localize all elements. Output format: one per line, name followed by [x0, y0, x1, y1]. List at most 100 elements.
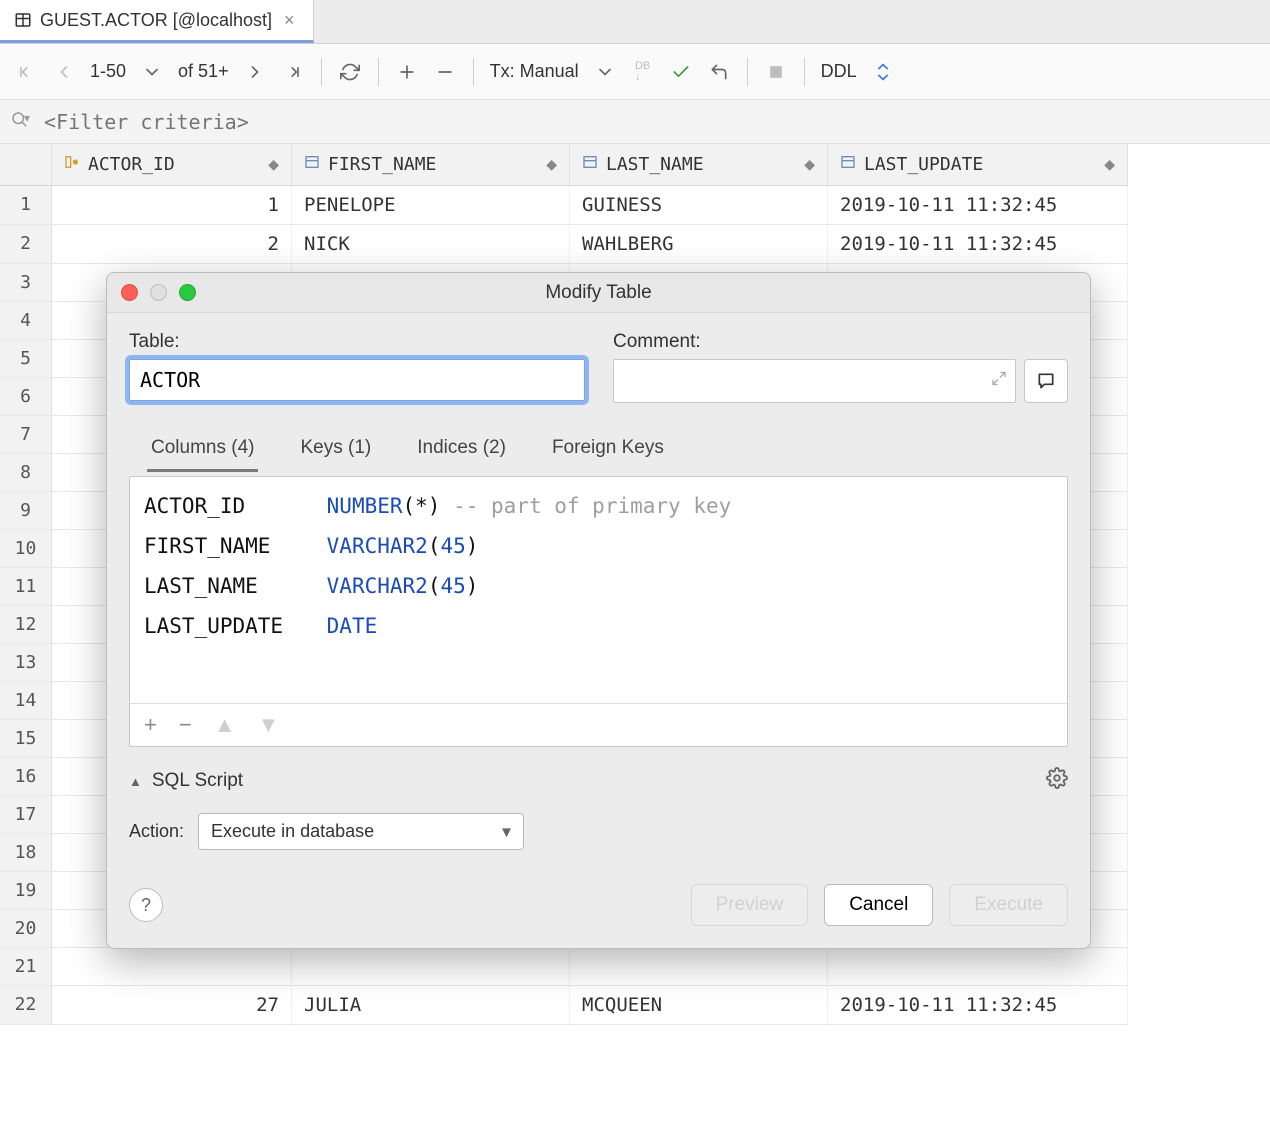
cell-actor-id[interactable]: 1 [52, 186, 292, 225]
cell-last-name[interactable]: WAHLBERG [570, 225, 828, 264]
close-window-button[interactable] [121, 284, 138, 301]
cell-last-update[interactable]: 2019-10-11 11:32:45 [828, 225, 1128, 264]
row-number[interactable]: 4 [0, 302, 52, 340]
cell-actor-id[interactable]: 27 [52, 986, 292, 1025]
add-row-button[interactable] [391, 56, 423, 88]
search-icon[interactable]: ▾ [10, 110, 34, 133]
column-list[interactable]: ACTOR_ID NUMBER(*) -- part of primary ke… [130, 477, 1067, 703]
tx-mode[interactable]: Tx: Manual [486, 61, 583, 82]
page-range[interactable]: 1-50 [86, 61, 130, 82]
cell-first-name[interactable]: PENELOPE [292, 186, 570, 225]
commit-button[interactable] [665, 56, 697, 88]
cell-actor-id[interactable]: 2 [52, 225, 292, 264]
row-number[interactable]: 22 [0, 986, 52, 1025]
chevron-down-icon[interactable] [589, 56, 621, 88]
stop-button[interactable] [760, 56, 792, 88]
gear-icon[interactable] [1046, 767, 1068, 795]
column-header-first-name[interactable]: FIRST_NAME◆ [292, 144, 570, 186]
row-number[interactable]: 15 [0, 720, 52, 758]
tab-indices[interactable]: Indices (2) [413, 431, 510, 472]
column-definition[interactable]: LAST_NAME VARCHAR2(45) [144, 567, 1053, 607]
cell-first-name[interactable] [292, 948, 570, 986]
column-header-last-name[interactable]: LAST_NAME◆ [570, 144, 828, 186]
zoom-window-button[interactable] [179, 284, 196, 301]
refresh-button[interactable] [334, 56, 366, 88]
filter-input[interactable] [44, 110, 1260, 134]
cell-first-name[interactable]: JULIA [292, 986, 570, 1025]
move-up-button[interactable]: ▲ [214, 712, 236, 738]
row-number[interactable]: 21 [0, 948, 52, 986]
cell-last-update[interactable]: 2019-10-11 11:32:45 [828, 986, 1128, 1025]
minimize-window-button[interactable] [150, 284, 167, 301]
settings-icon[interactable] [867, 56, 899, 88]
row-number[interactable]: 5 [0, 340, 52, 378]
row-number[interactable]: 18 [0, 834, 52, 872]
row-number[interactable]: 19 [0, 872, 52, 910]
editor-tab[interactable]: GUEST.ACTOR [@localhost] × [0, 0, 314, 43]
action-select[interactable]: Execute in database [198, 813, 524, 850]
comment-input[interactable] [613, 359, 1016, 403]
row-number[interactable]: 6 [0, 378, 52, 416]
table-name-input[interactable] [129, 359, 585, 401]
first-page-button[interactable] [10, 56, 42, 88]
cell-last-name[interactable] [570, 948, 828, 986]
sql-script-label: SQL Script [152, 770, 243, 792]
row-number[interactable]: 8 [0, 454, 52, 492]
row-number[interactable]: 1 [0, 186, 52, 225]
column-list-toolbar: + − ▲ ▼ [130, 703, 1067, 746]
cell-last-update[interactable]: 2019-10-11 11:32:45 [828, 186, 1128, 225]
last-page-button[interactable] [277, 56, 309, 88]
column-definition[interactable]: ACTOR_ID NUMBER(*) -- part of primary ke… [144, 487, 1053, 527]
prev-page-button[interactable] [48, 56, 80, 88]
expand-icon[interactable] [991, 371, 1007, 392]
column-icon [582, 154, 598, 175]
cell-first-name[interactable]: NICK [292, 225, 570, 264]
add-column-button[interactable]: + [144, 712, 157, 738]
tab-keys[interactable]: Keys (1) [296, 431, 375, 472]
next-page-button[interactable] [239, 56, 271, 88]
comment-button[interactable] [1024, 359, 1068, 403]
column-definition[interactable]: LAST_UPDATE DATE [144, 607, 1053, 647]
dialog-titlebar[interactable]: Modify Table [107, 273, 1090, 313]
row-number[interactable]: 9 [0, 492, 52, 530]
cell-last-update[interactable] [828, 948, 1128, 986]
cancel-button[interactable]: Cancel [824, 884, 933, 926]
page-total: of 51+ [174, 61, 233, 82]
cell-last-name[interactable]: GUINESS [570, 186, 828, 225]
row-number[interactable]: 11 [0, 568, 52, 606]
row-number[interactable]: 7 [0, 416, 52, 454]
row-number[interactable]: 12 [0, 606, 52, 644]
row-number[interactable]: 10 [0, 530, 52, 568]
column-header-actor-id[interactable]: ACTOR_ID◆ [52, 144, 292, 186]
row-number[interactable]: 3 [0, 264, 52, 302]
chevron-down-icon[interactable] [136, 56, 168, 88]
row-number[interactable]: 17 [0, 796, 52, 834]
row-number[interactable]: 20 [0, 910, 52, 948]
action-label: Action: [129, 821, 184, 842]
collapse-icon[interactable]: ▲ [129, 774, 142, 789]
tab-columns[interactable]: Columns (4) [147, 431, 258, 472]
close-icon[interactable]: × [280, 10, 299, 31]
ddl-button[interactable]: DDL [817, 61, 861, 82]
column-header-last-update[interactable]: LAST_UPDATE◆ [828, 144, 1128, 186]
cell-actor-id[interactable] [52, 948, 292, 986]
cell-last-name[interactable]: MCQUEEN [570, 986, 828, 1025]
row-number[interactable]: 14 [0, 682, 52, 720]
row-number[interactable]: 2 [0, 225, 52, 264]
columns-panel: ACTOR_ID NUMBER(*) -- part of primary ke… [129, 476, 1068, 747]
grid-toolbar: 1-50 of 51+ Tx: Manual DB↓ DDL [0, 44, 1270, 100]
tab-foreign-keys[interactable]: Foreign Keys [548, 431, 668, 472]
remove-column-button[interactable]: − [179, 712, 192, 738]
db-submit-icon[interactable]: DB↓ [627, 56, 659, 88]
remove-row-button[interactable] [429, 56, 461, 88]
help-button[interactable]: ? [129, 888, 163, 922]
row-number[interactable]: 16 [0, 758, 52, 796]
execute-button[interactable]: Execute [949, 884, 1068, 926]
row-number[interactable]: 13 [0, 644, 52, 682]
window-controls [121, 284, 196, 301]
column-icon [304, 154, 320, 175]
rollback-button[interactable] [703, 56, 735, 88]
move-down-button[interactable]: ▼ [258, 712, 280, 738]
preview-button[interactable]: Preview [691, 884, 809, 926]
column-definition[interactable]: FIRST_NAME VARCHAR2(45) [144, 527, 1053, 567]
